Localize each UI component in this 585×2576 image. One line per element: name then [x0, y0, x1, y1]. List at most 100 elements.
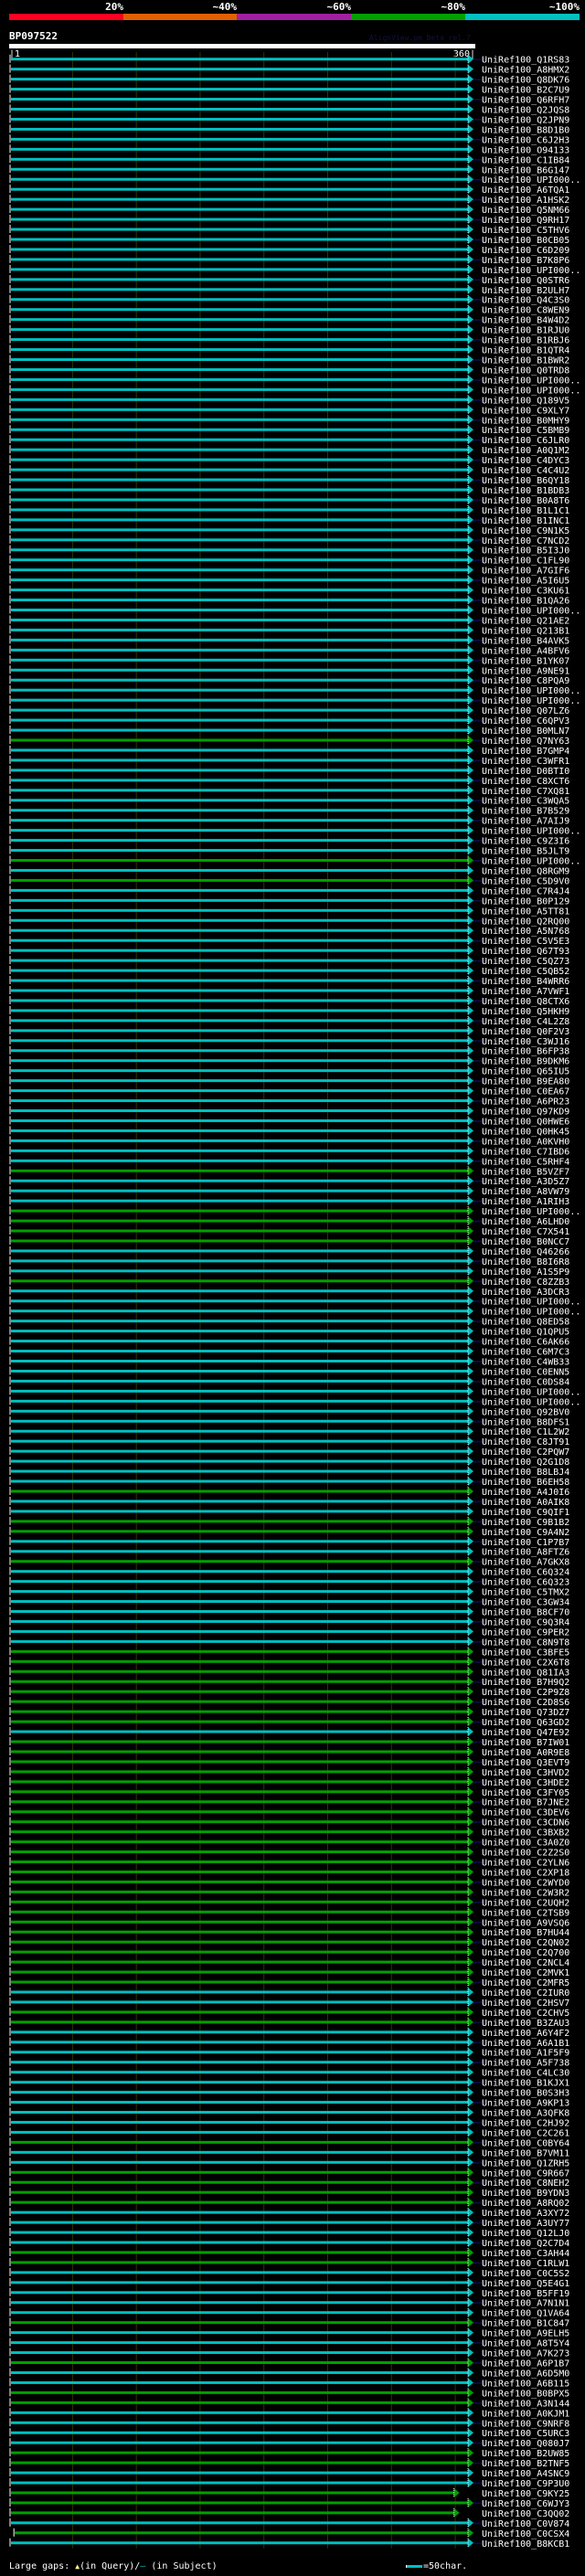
alignment-row[interactable]: UniRef100_C2PQW7 [9, 1447, 569, 1458]
hit-bar[interactable] [11, 528, 468, 532]
hit-label[interactable]: UniRef100_B7B529 [482, 807, 569, 817]
hit-bar[interactable] [11, 117, 468, 121]
alignment-row[interactable]: UniRef100_C5THV6 [9, 225, 569, 236]
hit-label[interactable]: UniRef100_C3HVD2 [482, 1768, 569, 1778]
hit-bar[interactable] [11, 2271, 468, 2274]
hit-label[interactable]: UniRef100_C6AK66 [482, 1338, 569, 1348]
hit-bar[interactable] [11, 1129, 468, 1132]
hit-label[interactable]: UniRef100_C1RLW1 [482, 2259, 569, 2269]
hit-bar[interactable] [11, 217, 468, 221]
hit-bar[interactable] [11, 2361, 468, 2364]
hit-label[interactable]: UniRef100_A3D5Z7 [482, 1177, 569, 1187]
alignment-row[interactable]: UniRef100_C5BMB9 [9, 425, 569, 436]
hit-label[interactable]: UniRef100_C3WQA5 [482, 797, 569, 807]
hit-bar[interactable] [11, 1780, 468, 1784]
hit-label[interactable]: UniRef100_C4LC30 [482, 2069, 569, 2079]
hit-label[interactable]: UniRef100_C6M7C3 [482, 1348, 569, 1358]
hit-label[interactable]: UniRef100_C2HSV7 [482, 1998, 569, 2009]
hit-bar[interactable] [11, 1369, 468, 1373]
hit-label[interactable]: UniRef100_C5BMB9 [482, 426, 569, 436]
alignment-row[interactable]: UniRef100_B7GMP4 [9, 745, 569, 757]
hit-label[interactable]: UniRef100_C8JT91 [482, 1437, 569, 1447]
hit-bar[interactable] [11, 578, 468, 582]
alignment-row[interactable]: UniRef100_C5URC3 [9, 2428, 569, 2439]
hit-bar[interactable] [11, 718, 468, 722]
hit-bar[interactable] [11, 989, 468, 992]
hit-bar[interactable] [11, 187, 468, 191]
hit-label[interactable]: UniRef100_UPI000.. [482, 1397, 580, 1407]
alignment-row[interactable]: UniRef100_Q0STR6 [9, 274, 569, 286]
hit-label[interactable]: UniRef100_C3DEV6 [482, 1808, 569, 1818]
hit-label[interactable]: UniRef100_C2Z2S0 [482, 1849, 569, 1859]
hit-bar[interactable] [11, 1840, 468, 1844]
hit-label[interactable]: UniRef100_Q0HK45 [482, 1127, 569, 1137]
alignment-row[interactable]: UniRef100_B0S3H3 [9, 2087, 569, 2099]
hit-label[interactable]: UniRef100_B2C7U9 [482, 86, 569, 96]
hit-bar[interactable] [11, 518, 468, 522]
hit-label[interactable]: UniRef100_C1L2W2 [482, 1427, 569, 1437]
hit-bar[interactable] [11, 367, 468, 371]
hit-label[interactable]: UniRef100_UPI000.. [482, 386, 580, 396]
hit-label[interactable]: UniRef100_B7H9Q2 [482, 1678, 569, 1688]
hit-label[interactable]: UniRef100_A0Q1M2 [482, 446, 569, 456]
hit-label[interactable]: UniRef100_A0R9E8 [482, 1748, 569, 1758]
hit-label[interactable]: UniRef100_C5RHF4 [482, 1157, 569, 1167]
hit-bar[interactable] [11, 1049, 468, 1053]
hit-label[interactable]: UniRef100_C6WJY3 [482, 2499, 569, 2509]
alignment-row[interactable]: UniRef100_B1QTR4 [9, 345, 569, 356]
alignment-row[interactable]: UniRef100_C9QIF1 [9, 1506, 569, 1518]
hit-bar[interactable] [11, 1009, 468, 1012]
hit-label[interactable]: UniRef100_Q5E4G1 [482, 2279, 569, 2289]
hit-label[interactable]: UniRef100_A7K273 [482, 2349, 569, 2359]
hit-label[interactable]: UniRef100_C3WJ16 [482, 1037, 569, 1047]
alignment-row[interactable]: UniRef100_A0R9E8 [9, 1746, 569, 1758]
hit-bar[interactable] [11, 377, 468, 381]
alignment-row[interactable]: UniRef100_B3ZAU3 [9, 2017, 569, 2029]
hit-bar[interactable] [11, 147, 468, 151]
hit-bar[interactable] [11, 1340, 468, 1343]
hit-bar[interactable] [11, 1880, 468, 1883]
alignment-row[interactable]: UniRef100_C3AH44 [9, 2247, 569, 2259]
alignment-row[interactable]: UniRef100_A6PR23 [9, 1096, 569, 1108]
hit-bar[interactable] [11, 1350, 468, 1353]
alignment-row[interactable]: UniRef100_B7B529 [9, 805, 569, 817]
hit-label[interactable]: UniRef100_B9EA80 [482, 1077, 569, 1087]
alignment-row[interactable]: UniRef100_Q5NM66 [9, 205, 569, 216]
hit-label[interactable]: UniRef100_C4C4U2 [482, 466, 569, 476]
hit-label[interactable]: UniRef100_C5V5E3 [482, 937, 569, 947]
alignment-row[interactable]: UniRef100_C8ZZB3 [9, 1276, 569, 1288]
hit-label[interactable]: UniRef100_A5N768 [482, 927, 569, 937]
alignment-row[interactable]: UniRef100_C2YLN6 [9, 1857, 569, 1869]
hit-bar[interactable] [11, 538, 468, 542]
hit-label[interactable]: UniRef100_C6Q324 [482, 1568, 569, 1578]
alignment-row[interactable]: UniRef100_A0KJM1 [9, 2408, 569, 2419]
alignment-row[interactable]: UniRef100_A4SNC9 [9, 2468, 569, 2479]
alignment-row[interactable]: UniRef100_C5QB52 [9, 966, 569, 977]
hit-label[interactable]: UniRef100_A7GKX8 [482, 1558, 569, 1568]
hit-bar[interactable] [11, 438, 468, 441]
hit-bar[interactable] [11, 207, 468, 211]
hit-label[interactable]: UniRef100_C9KY25 [482, 2489, 569, 2499]
hit-label[interactable]: UniRef100_C3BFE5 [482, 1648, 569, 1658]
hit-label[interactable]: UniRef100_B7VM11 [482, 2148, 569, 2158]
hit-label[interactable]: UniRef100_Q7NY63 [482, 737, 569, 747]
alignment-row[interactable]: UniRef100_UPI000.. [9, 1296, 580, 1308]
hit-label[interactable]: UniRef100_C8ZZB3 [482, 1277, 569, 1288]
alignment-row[interactable]: UniRef100_C3BFE5 [9, 1647, 569, 1658]
hit-bar[interactable] [11, 2251, 468, 2254]
hit-bar[interactable] [11, 1659, 468, 1663]
alignment-row[interactable]: UniRef100_C5QZ73 [9, 956, 569, 967]
hit-label[interactable]: UniRef100_Q73DZ7 [482, 1708, 569, 1718]
hit-label[interactable]: UniRef100_Q65IU5 [482, 1067, 569, 1077]
alignment-row[interactable]: UniRef100_B5JLT9 [9, 845, 569, 857]
hit-label[interactable]: UniRef100_C6Q323 [482, 1578, 569, 1588]
hit-bar[interactable] [11, 1429, 468, 1433]
hit-label[interactable]: UniRef100_C0C5S2 [482, 2269, 569, 2279]
hit-bar[interactable] [11, 228, 468, 231]
alignment-row[interactable]: UniRef100_A5TT81 [9, 906, 569, 917]
hit-label[interactable]: UniRef100_UPI000.. [482, 1298, 580, 1308]
hit-bar[interactable] [11, 2291, 468, 2295]
alignment-row[interactable]: UniRef100_A7GIF6 [9, 565, 569, 577]
hit-label[interactable]: UniRef100_C3BXB2 [482, 1829, 569, 1839]
hit-label[interactable]: UniRef100_Q21AE2 [482, 616, 569, 626]
